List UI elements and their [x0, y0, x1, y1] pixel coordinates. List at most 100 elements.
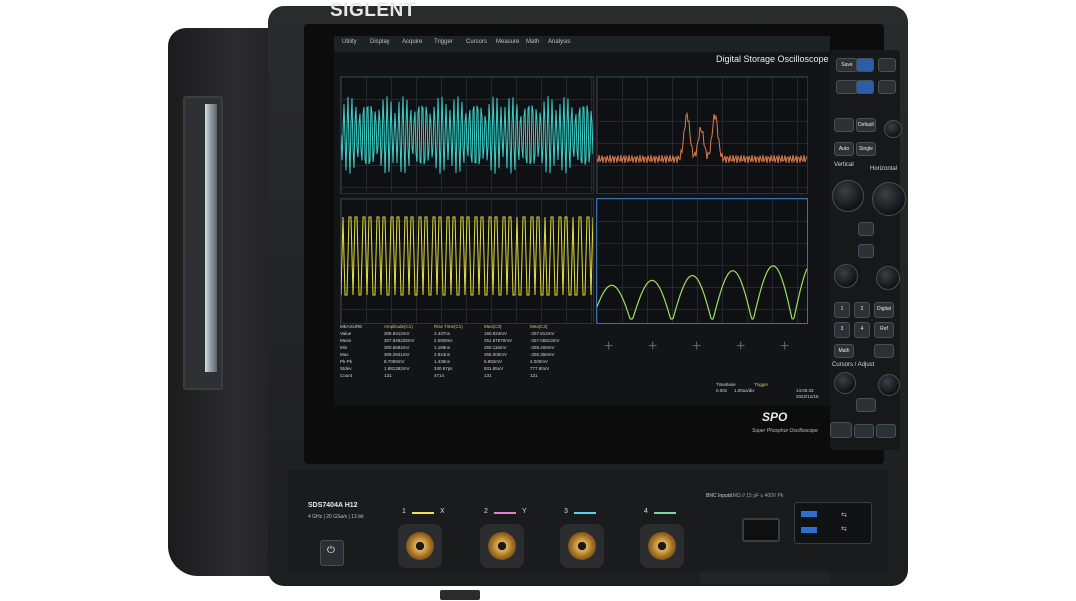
measure-cell: 2.437ns: [434, 331, 451, 336]
menu-measure[interactable]: Measure: [496, 39, 519, 45]
bnc-input-3[interactable]: [560, 524, 604, 568]
measure-cell: 307.848228mV: [384, 338, 415, 343]
control-panel: Save Default Auto Single Vertical Horizo…: [830, 50, 906, 450]
digital-button[interactable]: Digital: [874, 302, 894, 318]
search-button[interactable]: [874, 344, 894, 358]
measure-cell: 131: [484, 373, 492, 378]
measure-cell: 256.000mV: [484, 352, 508, 357]
power-button[interactable]: ⏻: [320, 540, 344, 566]
vertical-scale-knob[interactable]: [832, 180, 864, 212]
cursor-knob-1[interactable]: [834, 372, 856, 394]
brand-logo: SIGLENT: [330, 0, 416, 21]
display-persist-button[interactable]: [830, 422, 852, 438]
aux-port[interactable]: [742, 518, 780, 542]
cursor-knob-2[interactable]: [878, 374, 900, 396]
menu-acquire[interactable]: Acquire: [402, 39, 422, 45]
horizontal-label: Horizontal: [870, 166, 898, 172]
default-button[interactable]: Default: [856, 118, 876, 132]
measure-cell: Value: [340, 331, 352, 336]
channel-number: 2: [484, 508, 488, 515]
measure-cell: -259.206mV: [530, 345, 555, 350]
ch2-waveform-pane: [340, 198, 594, 324]
measure-cell: 309.2941mV: [384, 352, 410, 357]
measure-cell: 4714: [434, 373, 445, 378]
spo-logo: SPO: [762, 410, 788, 424]
measure-cell: 5.882mV: [484, 359, 503, 364]
menu-analysis[interactable]: Analysis: [548, 39, 570, 45]
measure-cell: 131: [530, 373, 538, 378]
side-metal-strip: [205, 104, 217, 372]
math-button[interactable]: Math: [834, 344, 854, 358]
menu-display[interactable]: Display: [370, 39, 390, 45]
measure-cell: 308.9412mV: [384, 331, 410, 336]
measure-cell: 8.7059mV: [384, 359, 405, 364]
aux-button[interactable]: [878, 58, 896, 72]
ch4-waveform-pane: [596, 198, 808, 324]
menu-trigger[interactable]: Trigger: [434, 39, 453, 45]
usb-port-1[interactable]: [801, 511, 817, 517]
zoom-button[interactable]: [858, 244, 874, 258]
device-foot: [440, 590, 480, 600]
measure-cell: 340.97ps: [434, 366, 453, 371]
vertical-position-knob[interactable]: [834, 264, 858, 288]
measure-cell: Count: [340, 373, 353, 378]
bnc-inputs-label: BNC Inputs: [706, 493, 732, 499]
navigate-button[interactable]: [854, 424, 874, 438]
timebase-value: 0.00s: [716, 388, 728, 393]
adjust-button[interactable]: [856, 398, 876, 412]
measure-cell: 131: [384, 373, 392, 378]
channel-number: 3: [564, 508, 568, 515]
clear-button[interactable]: [878, 80, 896, 94]
bnc-connector-icon: [488, 532, 516, 560]
channel-2-button[interactable]: 2: [854, 302, 870, 318]
fft-pane: [596, 76, 808, 194]
empty-slots: + + + + +: [604, 338, 790, 355]
model-specs: 4 GHz | 20 GSa/s | 12-bit: [308, 514, 364, 520]
measure-cell: 2.824ns: [434, 352, 451, 357]
save-button[interactable]: Save: [836, 58, 858, 72]
channel-axis-label: X: [440, 508, 445, 515]
measure-cell: Stdev: [340, 366, 352, 371]
probe-icon: ⇆: [841, 526, 847, 533]
usb-port-2[interactable]: [801, 527, 817, 533]
measure-cell: 250.116mV: [484, 345, 507, 350]
history-button[interactable]: [876, 424, 896, 438]
bnc-input-2[interactable]: [480, 524, 524, 568]
measure-cell: 4.000mV: [530, 359, 549, 364]
measure-cell: 2.0928ns: [434, 338, 453, 343]
channel-color-line: [574, 512, 596, 514]
measure-header: Mea(C3): [530, 324, 548, 329]
horizontal-scale-knob[interactable]: [872, 182, 906, 216]
bnc-inputs-spec: 1MΩ // 15 pF ≤ 400V Pk: [730, 493, 784, 499]
clock-time: 14:05:33: [796, 388, 814, 393]
horizontal-position-knob[interactable]: [876, 266, 900, 290]
menu-cursors[interactable]: Cursors: [466, 39, 487, 45]
bnc-input-1[interactable]: [398, 524, 442, 568]
ref-button[interactable]: Ref: [874, 322, 894, 338]
channel-4-button[interactable]: 4: [854, 322, 870, 338]
spo-subtitle: Super Phosphor Oscilloscope: [752, 428, 818, 434]
menu-utility[interactable]: Utility: [342, 39, 357, 45]
measure-header: MEASURE: [340, 324, 363, 329]
touch-button[interactable]: [836, 80, 858, 94]
channel-1-button[interactable]: 1: [834, 302, 850, 318]
power-icon: ⏻: [327, 545, 335, 556]
measure-table: MEASURE Amplitude(C1) Rise Time(C1) Mea(C3)…: [334, 324, 594, 384]
timebase-label: Timebase: [716, 382, 736, 387]
bnc-input-4[interactable]: [640, 524, 684, 568]
blue-button[interactable]: [856, 58, 874, 72]
channel-3-button[interactable]: 3: [834, 322, 850, 338]
measure-cell: 1.188ns: [434, 345, 451, 350]
setup-button[interactable]: [834, 118, 854, 132]
measure-cell: 150.824mV: [484, 331, 508, 336]
blue-button-2[interactable]: [856, 80, 874, 94]
measure-cell: Max: [340, 352, 349, 357]
ch1-waveform-pane: [340, 76, 594, 194]
intensity-knob[interactable]: [884, 120, 902, 138]
roll-button[interactable]: [858, 222, 874, 236]
measure-cell: -255.356mV: [530, 352, 555, 357]
single-button[interactable]: Single: [856, 142, 876, 156]
measure-header: Mea(C3): [484, 324, 502, 329]
menu-math[interactable]: Math: [526, 39, 539, 45]
auto-button[interactable]: Auto: [834, 142, 854, 156]
